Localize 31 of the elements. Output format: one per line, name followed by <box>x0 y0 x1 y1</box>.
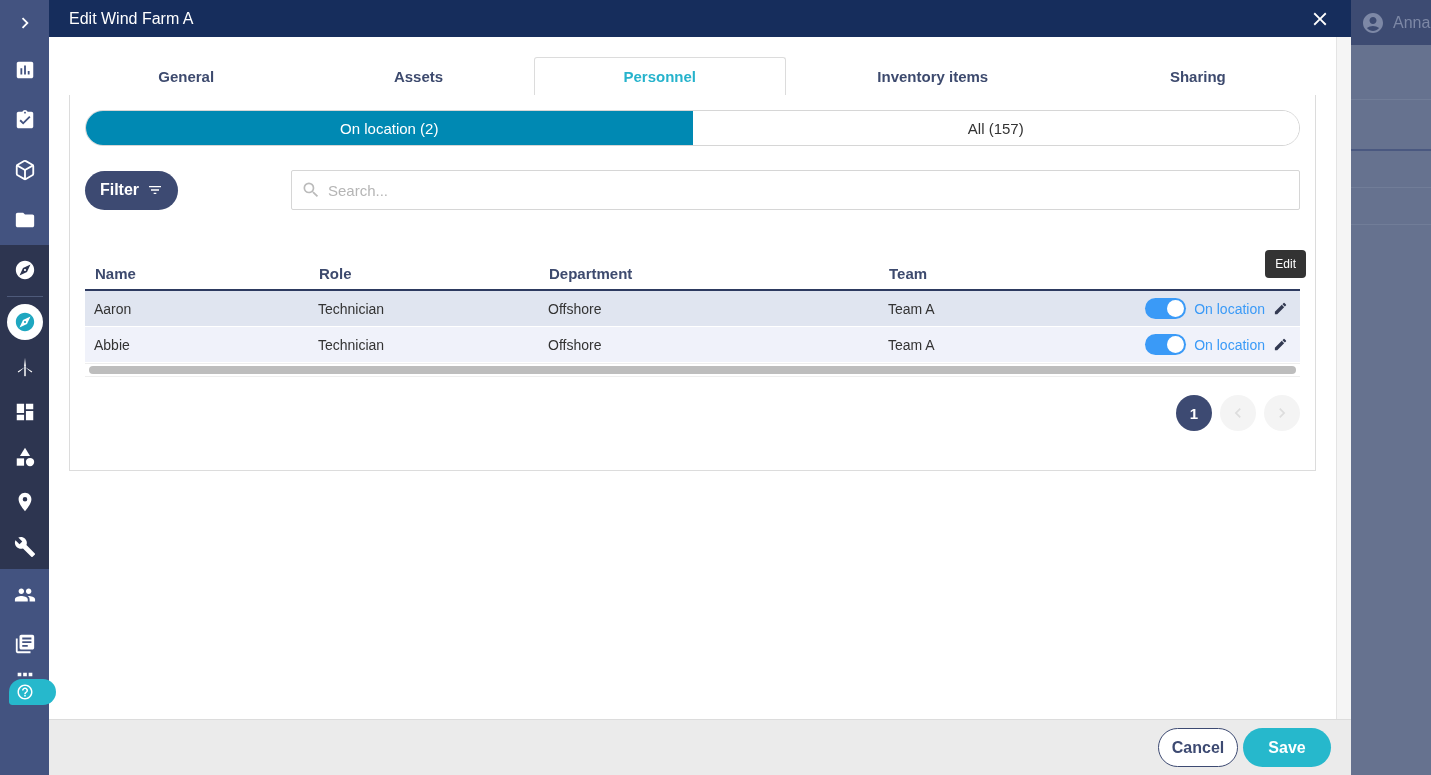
toggle-switch[interactable] <box>1145 334 1187 355</box>
table-row[interactable]: Abbie Technician Offshore Team A On location <box>85 327 1300 363</box>
table-cell-text: Team A <box>887 300 936 317</box>
column-header: Department <box>548 265 634 282</box>
edit-icon[interactable] <box>1273 301 1288 316</box>
help-button[interactable] <box>9 679 56 705</box>
user-icon[interactable] <box>1361 10 1385 35</box>
table-cell-text: Aaron <box>93 300 133 317</box>
help-icon <box>16 683 34 701</box>
table-cell-text: Offshore <box>547 336 603 353</box>
cancel-button[interactable]: Cancel <box>1158 728 1238 767</box>
dialog-title: Edit Wind Farm A <box>69 9 194 28</box>
filter-button[interactable]: Filter <box>85 170 178 210</box>
status-text: On location <box>1194 300 1265 317</box>
table-cell-text: Technician <box>317 300 386 317</box>
status-text: On location <box>1194 336 1265 353</box>
search-icon <box>301 180 321 200</box>
column-header: Name <box>94 265 137 282</box>
segment-tab[interactable]: On location (2) <box>86 111 693 145</box>
compass-icon[interactable] <box>6 303 43 340</box>
table-cell-text: Offshore <box>547 300 603 317</box>
edit-icon[interactable] <box>1273 337 1288 352</box>
tooltip: Edit <box>1265 250 1306 278</box>
table-cell-text: Team A <box>887 336 936 353</box>
column-header: Role <box>318 265 353 282</box>
table-cell-text: Technician <box>317 336 386 353</box>
page-button[interactable]: 1 <box>1176 395 1212 431</box>
column-header: Team <box>888 265 929 282</box>
toggle-switch[interactable] <box>1145 298 1187 319</box>
search-field[interactable]: Search... <box>291 170 1300 210</box>
table-cell-text: Abbie <box>93 336 131 353</box>
